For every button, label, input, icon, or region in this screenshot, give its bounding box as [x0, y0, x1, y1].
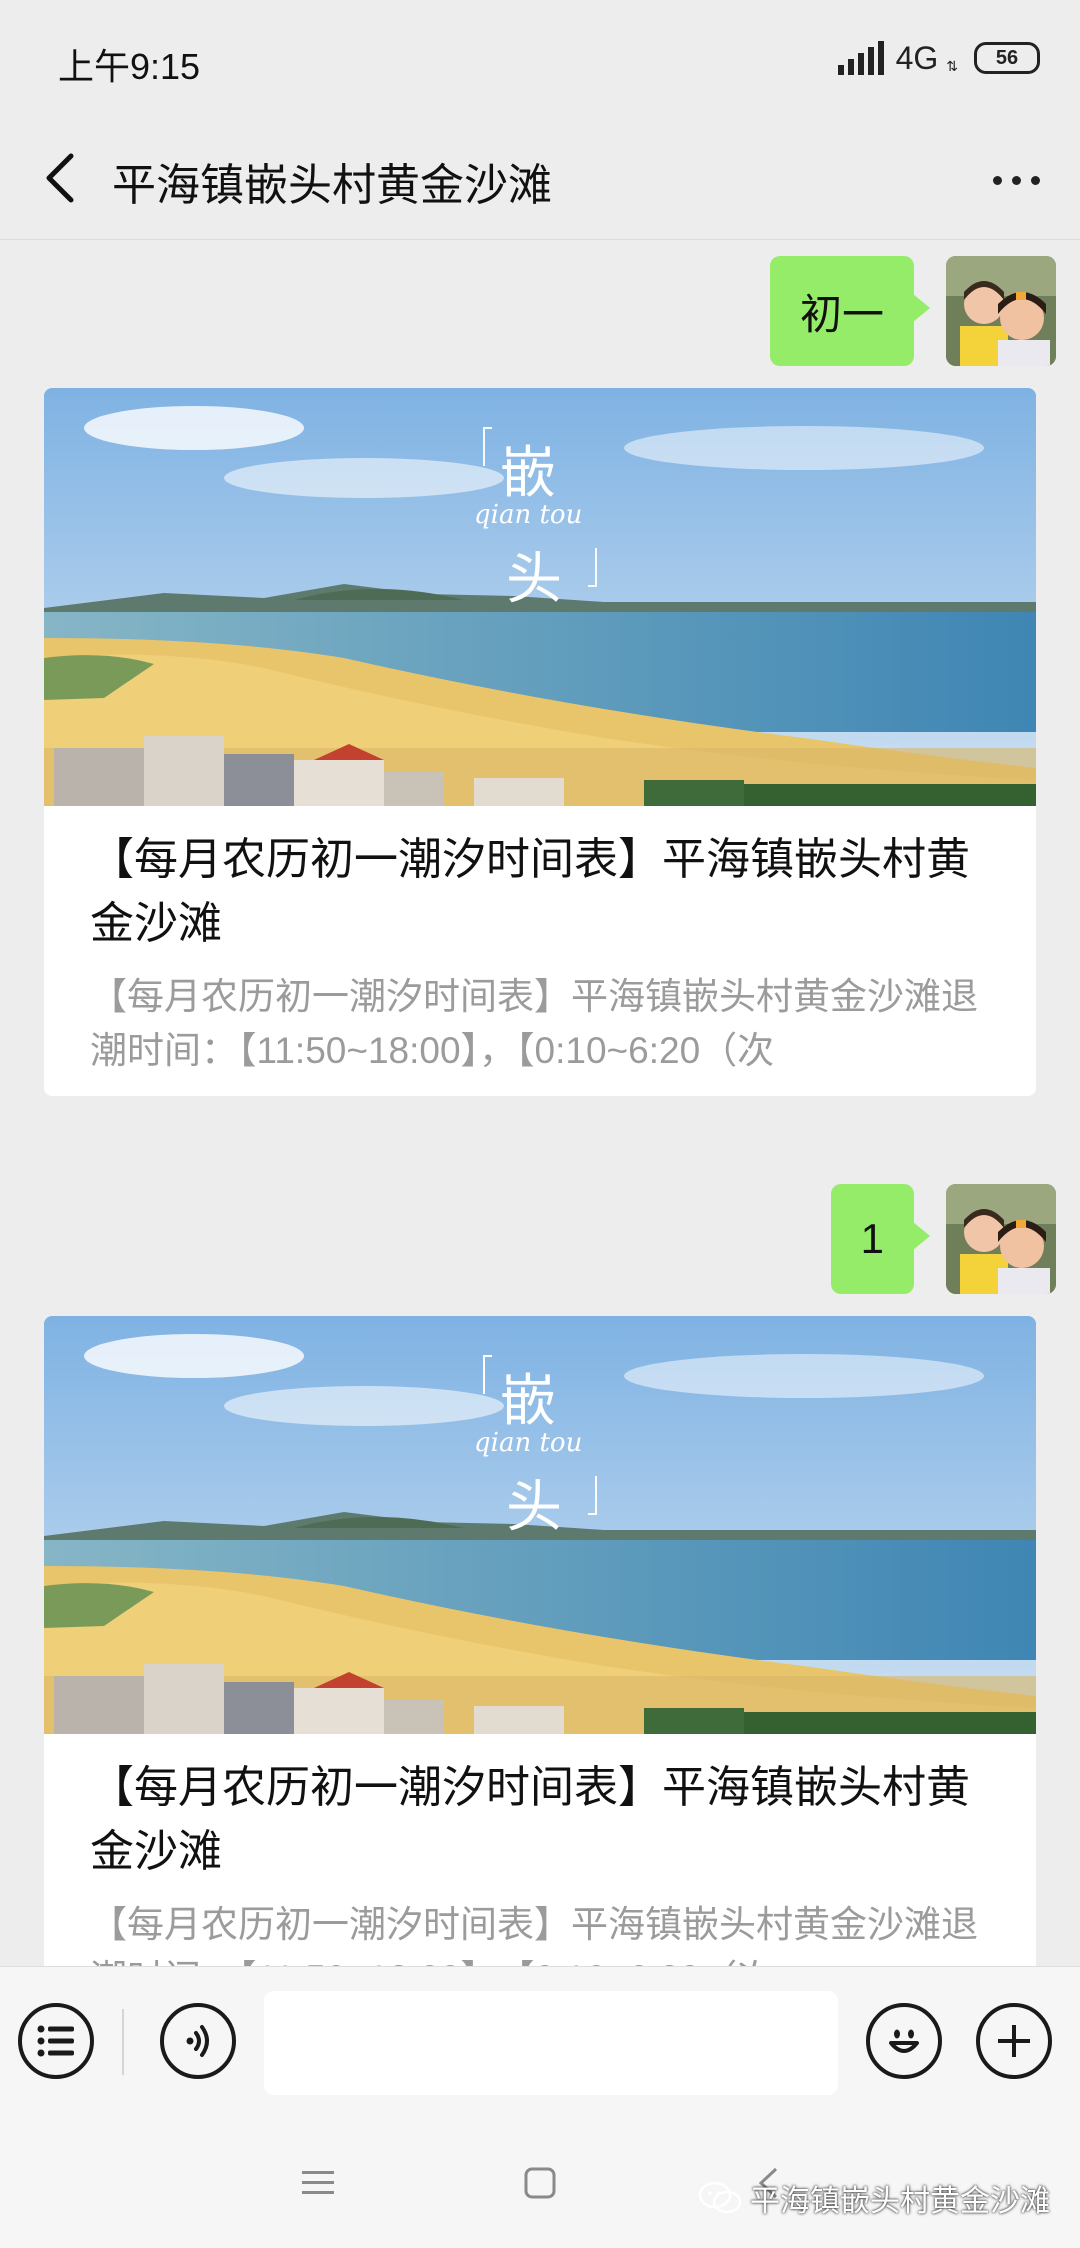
chat-header: 平海镇嵌头村黄金沙滩 — [0, 116, 1080, 240]
system-menu-button[interactable] — [288, 2158, 348, 2208]
article-description: 【每月农历初一潮汐时间表】平海镇嵌头村黄金沙滩退潮时间：【11:50~18:00… — [90, 976, 978, 1071]
plus-button[interactable] — [976, 2003, 1052, 2079]
system-home-button[interactable] — [510, 2158, 570, 2208]
signal-icon — [837, 41, 884, 75]
page-title: 平海镇嵌头村黄金沙滩 — [112, 161, 552, 210]
more-dot — [1011, 175, 1021, 185]
input-bar — [0, 1966, 1080, 2118]
chevron-left-icon — [46, 153, 74, 203]
article-cover-image — [44, 1316, 1036, 1734]
battery-icon: 56 — [974, 42, 1040, 74]
article-title: 【每月农历初一潮汐时间表】平海镇嵌头村黄金沙滩 — [90, 1763, 970, 1876]
voice-button[interactable] — [160, 2003, 236, 2079]
article-description: 【每月农历初一潮汐时间表】平海镇嵌头村黄金沙滩退潮时间：【11:50~18:00… — [90, 1904, 978, 1966]
voice-icon — [186, 2025, 209, 2057]
menu-button[interactable] — [18, 2003, 94, 2079]
system-nav-bar: 平海镇嵌头村黄金沙滩 — [0, 2118, 1080, 2248]
status-icons: 4G ⇅ 56 — [837, 36, 1040, 80]
article-card[interactable]: 嵌 qian tou 头 【每月农历初一潮汐时间表】平海镇嵌头村黄金沙滩 【每月… — [44, 388, 1036, 1096]
network-label: 4G — [895, 39, 939, 76]
avatar-photo — [946, 256, 1056, 366]
more-button[interactable] — [976, 150, 1056, 210]
more-dots-icon — [992, 175, 1002, 185]
menu-lines-icon — [302, 2171, 334, 2194]
divider — [122, 2009, 124, 2075]
home-square-icon — [524, 2167, 556, 2199]
message-text: 1 — [860, 1215, 884, 1262]
status-time: 上午9:15 — [58, 46, 201, 87]
avatar[interactable] — [946, 256, 1056, 366]
menu-list-icon — [37, 2025, 74, 2057]
emoji-button[interactable] — [866, 2003, 942, 2079]
message-input[interactable] — [264, 1991, 838, 2095]
avatar[interactable] — [946, 1184, 1056, 1294]
chat-area[interactable]: 初一 嵌 qian tou 头 【每月农历初一潮汐时间表】平海镇嵌头村黄金沙滩 … — [0, 240, 1080, 1966]
more-dot — [1030, 175, 1040, 185]
network-activity-icon: ⇅ — [946, 57, 958, 74]
back-button[interactable] — [28, 146, 92, 210]
message-bubble[interactable]: 初一 — [769, 256, 931, 366]
watermark: 平海镇嵌头村黄金沙滩 — [698, 2176, 1050, 2220]
status-bar: 上午9:15 4G ⇅ 56 — [0, 0, 1080, 116]
article-title: 【每月农历初一潮汐时间表】平海镇嵌头村黄金沙滩 — [90, 835, 970, 948]
message-text: 初一 — [799, 290, 884, 338]
battery-level: 56 — [995, 46, 1019, 69]
wechat-logo-icon — [698, 2181, 742, 2214]
article-cover-image — [44, 388, 1036, 806]
message-row: 初一 — [769, 256, 1056, 366]
plus-icon — [998, 2025, 1030, 2057]
message-row: 1 — [830, 1184, 1056, 1294]
emoji-icon — [889, 2029, 919, 2053]
watermark-text: 平海镇嵌头村黄金沙滩 — [750, 2185, 1050, 2218]
article-card[interactable]: 嵌 qian tou 头 【每月农历初一潮汐时间表】平海镇嵌头村黄金沙滩 【每月… — [44, 1316, 1036, 1966]
message-bubble[interactable]: 1 — [830, 1184, 931, 1294]
avatar-photo — [946, 1184, 1056, 1294]
